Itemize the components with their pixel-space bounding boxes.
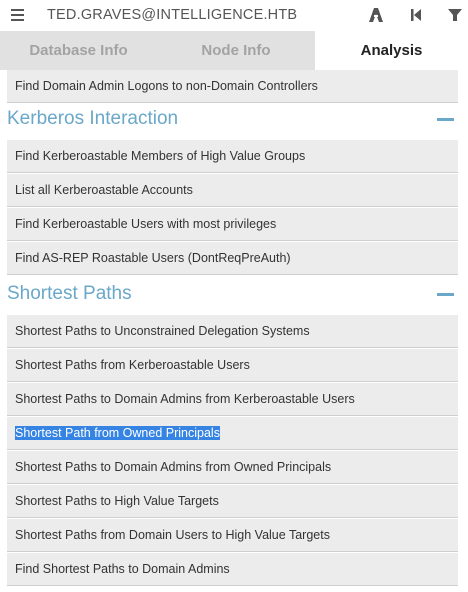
collapse-icon[interactable] — [437, 118, 454, 121]
query-item[interactable]: Find Kerberoastable Members of High Valu… — [7, 140, 458, 173]
query-item[interactable]: Shortest Paths to Domain Admins from Ker… — [7, 383, 458, 416]
tab-analysis[interactable]: Analysis — [315, 31, 468, 70]
pathfinding-icon[interactable] — [367, 6, 385, 24]
query-item[interactable]: Shortest Paths from Kerberoastable Users — [7, 349, 458, 382]
section-header-shortest-paths[interactable]: Shortest Paths — [0, 276, 468, 312]
query-label: Find Kerberoastable Members of High Valu… — [15, 149, 306, 163]
query-label: Shortest Paths to High Value Targets — [15, 494, 219, 508]
query-label: Find Domain Admin Logons to non-Domain C… — [15, 79, 318, 93]
query-label-selected: Shortest Path from Owned Principals — [15, 426, 220, 440]
query-label: Shortest Paths to Domain Admins from Ker… — [15, 392, 355, 406]
section-header-kerberos[interactable]: Kerberos Interaction — [0, 101, 468, 137]
query-item[interactable]: Find Kerberoastable Users with most priv… — [7, 208, 458, 241]
tab-database-info[interactable]: Database Info — [0, 31, 157, 70]
tab-node-info[interactable]: Node Info — [157, 31, 315, 70]
tab-bar: Database Info Node Info Analysis — [0, 31, 468, 70]
query-item[interactable]: Find Domain Admin Logons to non-Domain C… — [7, 70, 458, 103]
collapse-icon[interactable] — [437, 293, 454, 296]
query-label: Shortest Paths to Unconstrained Delegati… — [15, 324, 310, 338]
section-title: Shortest Paths — [7, 283, 132, 304]
section-title: Kerberos Interaction — [7, 108, 179, 129]
query-label: List all Kerberoastable Accounts — [15, 183, 193, 197]
query-item[interactable]: Find Shortest Paths to Domain Admins — [7, 553, 458, 586]
query-label: Find AS-REP Roastable Users (DontReqPreA… — [15, 251, 291, 265]
query-label: Shortest Paths from Kerberoastable Users — [15, 358, 250, 372]
query-label: Shortest Paths from Domain Users to High… — [15, 528, 330, 542]
query-item[interactable]: Shortest Paths to High Value Targets — [7, 485, 458, 518]
query-item[interactable]: List all Kerberoastable Accounts — [7, 174, 458, 207]
back-icon[interactable] — [407, 6, 425, 24]
hamburger-icon[interactable] — [11, 9, 24, 22]
query-label: Shortest Paths to Domain Admins from Own… — [15, 460, 332, 474]
query-item[interactable]: Find AS-REP Roastable Users (DontReqPreA… — [7, 242, 458, 275]
query-item[interactable]: Shortest Paths to Unconstrained Delegati… — [7, 315, 458, 348]
top-bar: TED.GRAVES@INTELLIGENCE.HTB — [0, 0, 468, 31]
query-item-selected[interactable]: Shortest Path from Owned Principals — [7, 417, 458, 450]
query-item[interactable]: Shortest Paths from Domain Users to High… — [7, 519, 458, 552]
query-label: Find Kerberoastable Users with most priv… — [15, 217, 277, 231]
query-item[interactable]: Shortest Paths to Domain Admins from Own… — [7, 451, 458, 484]
filter-icon[interactable] — [446, 6, 464, 24]
query-label: Find Shortest Paths to Domain Admins — [15, 562, 230, 576]
user-label[interactable]: TED.GRAVES@INTELLIGENCE.HTB — [47, 7, 297, 23]
